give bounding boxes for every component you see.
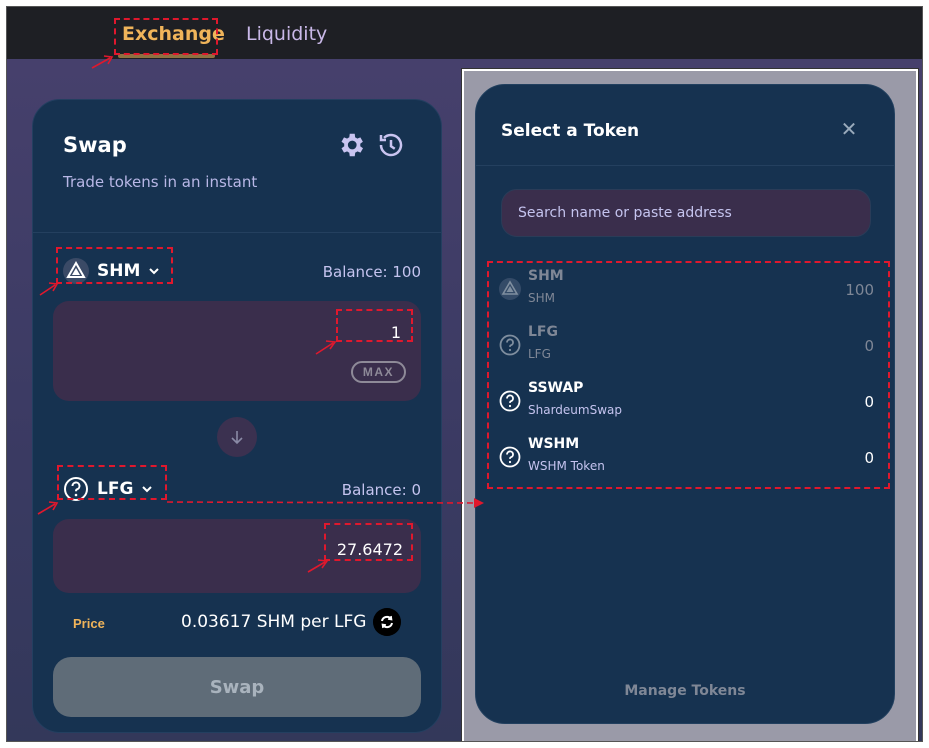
connector-dashed-line bbox=[166, 501, 476, 504]
pointer-arrow-icon bbox=[39, 282, 59, 296]
pointer-arrow-icon bbox=[315, 340, 337, 355]
pointer-arrow-icon bbox=[37, 501, 59, 515]
annotation-arrows bbox=[37, 55, 484, 573]
pointer-arrow-icon bbox=[91, 55, 114, 69]
arrow-head-icon bbox=[474, 498, 484, 508]
pointer-arrow-icon bbox=[307, 559, 329, 573]
